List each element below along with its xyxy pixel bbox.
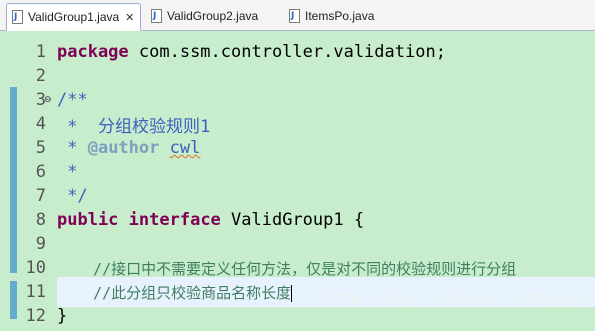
interface-name: ValidGroup1 { <box>220 210 365 230</box>
tab-validgroup1[interactable]: J ValidGroup1.java ✕ <box>6 3 142 31</box>
line-comment: //此分组只校验商品名称长度 <box>57 283 292 302</box>
javadoc-start: /** <box>57 90 88 110</box>
line-number: 4 <box>35 114 46 134</box>
keyword: public <box>57 210 119 230</box>
java-file-icon: J <box>288 9 300 23</box>
line-comment: //接口中不需要定义任何方法，仅是对不同的校验规则进行分组 <box>57 259 517 278</box>
line-number: 6 <box>35 162 46 182</box>
line-number: 5 <box>35 138 46 158</box>
line-number: 1 <box>35 42 46 62</box>
watermark: http://blog.csdn.net/chizhuyuyu <box>325 291 587 307</box>
line-number: 8 <box>35 210 46 230</box>
tab-validgroup2[interactable]: J ValidGroup2.java <box>150 4 258 28</box>
text-cursor <box>291 284 293 302</box>
tab-label: ItemsPo.java <box>305 9 375 23</box>
package-name: com.ssm.controller.validation; <box>128 42 446 62</box>
tab-itemspo[interactable]: J ItemsPo.java <box>288 4 374 28</box>
keyword: interface <box>128 210 221 230</box>
line-number: 12 <box>25 306 46 326</box>
fold-toggle-icon[interactable]: ⊖ <box>44 95 52 105</box>
javadoc-text: * <box>57 162 78 182</box>
code-editor[interactable]: 1 package com.ssm.controller.validation;… <box>0 31 595 326</box>
javadoc-end: */ <box>57 186 88 206</box>
line-number: 2 <box>35 66 46 86</box>
line-number: 11 <box>25 282 46 302</box>
line-number: 3 <box>35 90 46 110</box>
closing-brace: } <box>57 306 68 326</box>
line-number: 10 <box>25 258 46 278</box>
keyword: package <box>57 42 129 62</box>
javadoc-space <box>159 138 169 158</box>
tab-label: ValidGroup2.java <box>167 9 259 23</box>
java-file-icon: J <box>11 10 23 24</box>
line-number: 7 <box>35 186 46 206</box>
close-tab-icon[interactable]: ✕ <box>125 11 134 24</box>
tab-label: ValidGroup1.java <box>28 10 120 24</box>
editor-tab-bar: J ValidGroup1.java ✕ J ValidGroup2.java … <box>0 0 595 31</box>
java-file-icon: J <box>150 9 162 23</box>
javadoc-tag: @author <box>87 138 160 158</box>
author-name: cwl <box>169 138 201 158</box>
line-number: 9 <box>35 234 46 254</box>
javadoc-star: * <box>57 138 88 158</box>
